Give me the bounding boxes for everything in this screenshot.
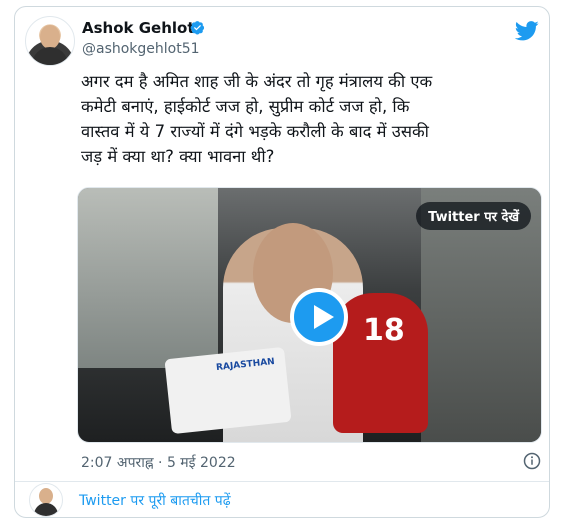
verified-badge-icon <box>190 21 205 35</box>
tweet-timestamp[interactable]: 2:07 अपराह्न · 5 मई 2022 <box>81 453 236 472</box>
watch-on-twitter-button[interactable]: Twitter पर देखें <box>416 202 531 230</box>
author-handle[interactable]: @ashokgehlot51 <box>82 41 200 57</box>
video-car-window <box>78 188 218 368</box>
footer-avatar-body <box>34 503 58 516</box>
read-conversation-link[interactable]: Twitter पर पूरी बातचीत पढ़ें <box>79 491 231 510</box>
tweet-card: Ashok Gehlot @ashokgehlot51 अगर दम है अम… <box>14 6 550 518</box>
twitter-bird-icon[interactable] <box>515 21 539 41</box>
video-player[interactable]: RAJASTHAN 18 Twitter पर देखें <box>77 187 542 443</box>
play-icon[interactable] <box>290 288 348 346</box>
author-name[interactable]: Ashok Gehlot <box>82 19 195 37</box>
footer-divider <box>15 481 549 482</box>
avatar-body <box>32 47 68 65</box>
tweet-text: अगर दम है अमित शाह जी के अंदर तो गृह मंत… <box>81 72 433 166</box>
info-icon[interactable] <box>523 452 541 470</box>
avatar-face <box>40 25 60 49</box>
footer-avatar-face <box>39 488 53 504</box>
video-red-mic-label: 18 <box>363 313 405 348</box>
footer-avatar[interactable] <box>29 483 63 517</box>
author-avatar[interactable] <box>25 16 75 66</box>
